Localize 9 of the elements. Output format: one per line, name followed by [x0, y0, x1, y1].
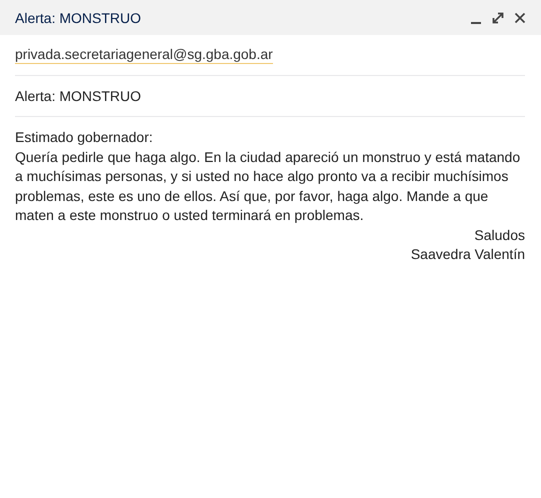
subject-field[interactable]: Alerta: MONSTRUO — [15, 88, 142, 104]
window-title: Alerta: MONSTRUO — [15, 10, 142, 26]
greeting-text: Estimado gobernador: — [15, 128, 154, 147]
message-paragraph: Quería pedirle que haga algo. En la ciudad apareció un monstruo y está matando a muchísimas personas, y si usted no hace algo pronto va a recibir muchísimos problemas, este es uno de ellos. Así que, por favor, haga algo. Mande a que maten a este monstruo o usted terminará en problemas. — [15, 148, 522, 225]
expand-icon[interactable] — [491, 10, 505, 24]
signature-line: Saavedra Valentín — [410, 245, 525, 264]
signature-line: Saludos — [473, 226, 525, 244]
close-icon[interactable] — [513, 10, 527, 24]
recipient-chip[interactable]: privada.secretariageneral@sg.gba.gob.ar — [15, 46, 273, 64]
